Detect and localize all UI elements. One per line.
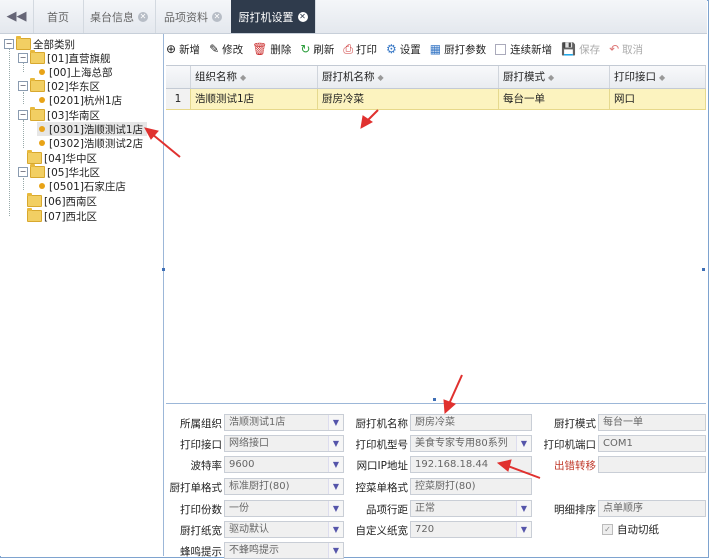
annotation-arrow (507, 465, 541, 479)
annotation-arrow (448, 374, 463, 405)
annotation-arrow (151, 133, 181, 158)
arrowhead-icon (443, 399, 456, 415)
annotation-arrows (144, 109, 541, 479)
arrowhead-icon (496, 459, 512, 472)
